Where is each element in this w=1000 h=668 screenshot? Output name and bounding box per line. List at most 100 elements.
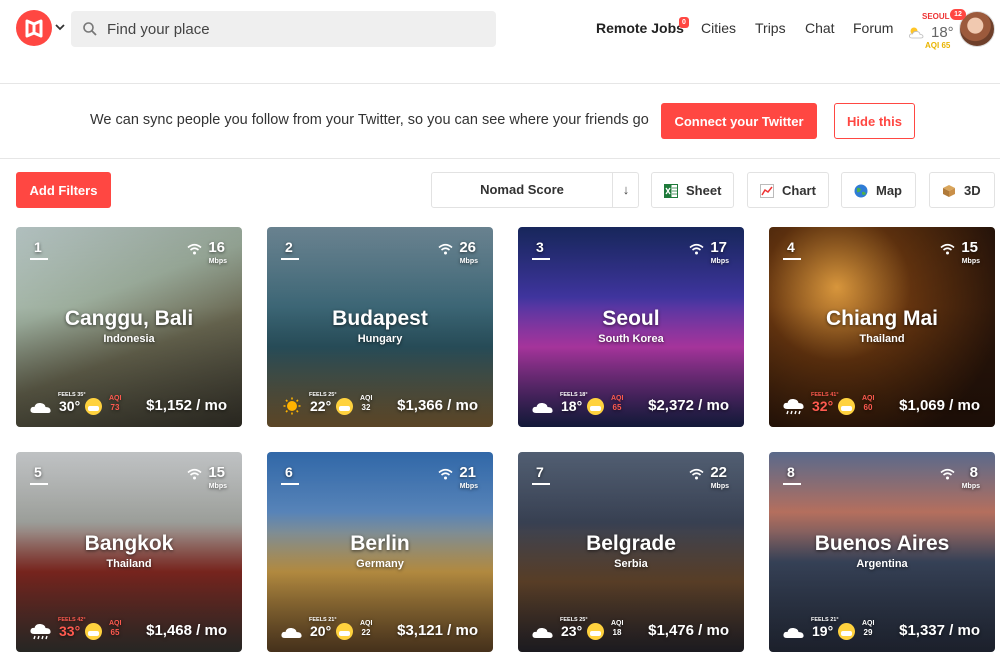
mask-face-icon — [587, 398, 604, 415]
country-name: Hungary — [357, 333, 403, 345]
wifi-icon — [438, 468, 453, 480]
rain-cloud-icon — [30, 623, 51, 640]
city-name: Seoul — [602, 307, 660, 330]
chart-icon — [760, 184, 774, 198]
cloud-icon — [281, 627, 302, 638]
sort-select[interactable]: Nomad Score ↓ — [431, 172, 639, 208]
connect-twitter-button[interactable]: Connect your Twitter — [661, 103, 817, 139]
speed-unit: Mbps — [961, 483, 980, 490]
aqi-value: 60 — [863, 403, 873, 412]
city-rank: 6 — [285, 464, 293, 480]
sun-icon — [283, 397, 301, 415]
city-card-budapest[interactable]: 2 26 Mbps Budapest Hungary FEELS 25° 22°… — [267, 227, 493, 427]
mask-face-icon — [587, 623, 604, 640]
nomad-logo-icon[interactable] — [16, 10, 52, 46]
aqi-value: 29 — [863, 628, 873, 637]
rank-underline — [532, 258, 550, 260]
speed-unit: Mbps — [961, 258, 980, 265]
cost-of-living: $1,476 / mo — [648, 622, 729, 639]
search-icon — [83, 22, 97, 36]
city-card-bangkok[interactable]: 5 15 Mbps Bangkok Thailand FEELS 42° 33°… — [16, 452, 242, 652]
cost-of-living: $1,366 / mo — [397, 397, 478, 414]
nav-chat[interactable]: Chat — [805, 20, 835, 38]
top-header: Remote Jobs 0 Cities Trips Chat Forum SE… — [0, 0, 1000, 84]
package-box-icon — [943, 185, 955, 197]
city-card-chiang-mai[interactable]: 4 15 Mbps Chiang Mai Thailand FEELS 41° … — [769, 227, 995, 427]
temperature: 18° — [561, 398, 583, 414]
country-name: South Korea — [598, 333, 664, 345]
city-card-seoul[interactable]: 3 17 Mbps Seoul South Korea FEELS 18° 18… — [518, 227, 744, 427]
aqi-label: AQI — [611, 395, 624, 402]
internet-speed: 15 — [961, 239, 978, 256]
city-rank: 5 — [34, 464, 42, 480]
city-name: Budapest — [332, 307, 428, 330]
cost-of-living: $2,372 / mo — [648, 397, 729, 414]
hide-banner-button[interactable]: Hide this — [834, 103, 915, 139]
globe-icon — [854, 184, 868, 198]
speed-unit: Mbps — [459, 483, 478, 490]
cost-of-living: $1,468 / mo — [146, 622, 227, 639]
internet-speed: 21 — [459, 464, 476, 481]
city-rank: 2 — [285, 239, 293, 255]
cost-of-living: $1,069 / mo — [899, 397, 980, 414]
view-chart-label: Chart — [782, 183, 816, 198]
nav-trips[interactable]: Trips — [755, 20, 786, 38]
temperature: 20° — [310, 623, 332, 639]
speed-unit: Mbps — [208, 483, 227, 490]
rain-cloud-icon — [783, 398, 804, 415]
aqi-label: AQI — [862, 395, 875, 402]
rank-underline — [532, 483, 550, 485]
nav-cities[interactable]: Cities — [701, 20, 736, 38]
city-card-canggu-bali[interactable]: 1 16 Mbps Canggu, Bali Indonesia FEELS 3… — [16, 227, 242, 427]
spreadsheet-icon — [664, 184, 678, 198]
nav-forum[interactable]: Forum — [853, 20, 893, 38]
banner-text: We can sync people you follow from your … — [90, 112, 649, 128]
city-rank: 7 — [536, 464, 544, 480]
sort-direction-button[interactable]: ↓ — [613, 173, 639, 207]
aqi-label: AQI — [360, 395, 373, 402]
aqi-label: AQI — [862, 620, 875, 627]
search-input[interactable] — [107, 11, 487, 47]
aqi-label: AQI — [109, 620, 122, 627]
temperature: 32° — [812, 398, 834, 414]
city-card-belgrade[interactable]: 7 22 Mbps Belgrade Serbia FEELS 25° 23° … — [518, 452, 744, 652]
aqi-label: AQI — [109, 395, 122, 402]
wifi-icon — [187, 468, 202, 480]
wifi-icon — [689, 468, 704, 480]
aqi-label: AQI — [360, 620, 373, 627]
chevron-down-icon[interactable] — [55, 22, 65, 32]
city-card-berlin[interactable]: 6 21 Mbps Berlin Germany FEELS 21° 20° A… — [267, 452, 493, 652]
weather-aqi: AQI 65 — [925, 41, 951, 50]
sort-label[interactable]: Nomad Score — [432, 173, 612, 207]
view-map-label: Map — [876, 183, 902, 198]
country-name: Thailand — [106, 558, 152, 570]
aqi-value: 65 — [110, 628, 120, 637]
cost-of-living: $1,152 / mo — [146, 397, 227, 414]
city-rank: 1 — [34, 239, 42, 255]
internet-speed: 15 — [208, 464, 225, 481]
rank-underline — [783, 483, 801, 485]
view-3d-button[interactable]: 3D — [929, 172, 995, 208]
view-3d-label: 3D — [964, 183, 981, 198]
cost-of-living: $1,337 / mo — [899, 622, 980, 639]
internet-speed: 8 — [969, 464, 978, 481]
wifi-icon — [940, 243, 955, 255]
nav-remote-jobs[interactable]: Remote Jobs — [596, 20, 684, 38]
internet-speed: 22 — [710, 464, 727, 481]
speed-unit: Mbps — [710, 258, 729, 265]
notification-badge: 12 — [950, 9, 966, 20]
twitter-sync-banner: We can sync people you follow from your … — [0, 84, 1000, 159]
cloud-icon — [30, 402, 51, 413]
temperature: 23° — [561, 623, 583, 639]
city-card-buenos-aires[interactable]: 8 8 Mbps Buenos Aires Argentina FEELS 21… — [769, 452, 995, 652]
view-map-button[interactable]: Map — [841, 172, 916, 208]
view-sheet-button[interactable]: Sheet — [651, 172, 734, 208]
view-chart-button[interactable]: Chart — [747, 172, 829, 208]
speed-unit: Mbps — [459, 258, 478, 265]
city-name: Buenos Aires — [814, 532, 950, 555]
wifi-icon — [438, 243, 453, 255]
search-bar — [71, 11, 496, 47]
city-name: Canggu, Bali — [64, 307, 194, 330]
add-filters-button[interactable]: Add Filters — [16, 172, 111, 208]
weather-city: SEOUL — [922, 12, 950, 21]
